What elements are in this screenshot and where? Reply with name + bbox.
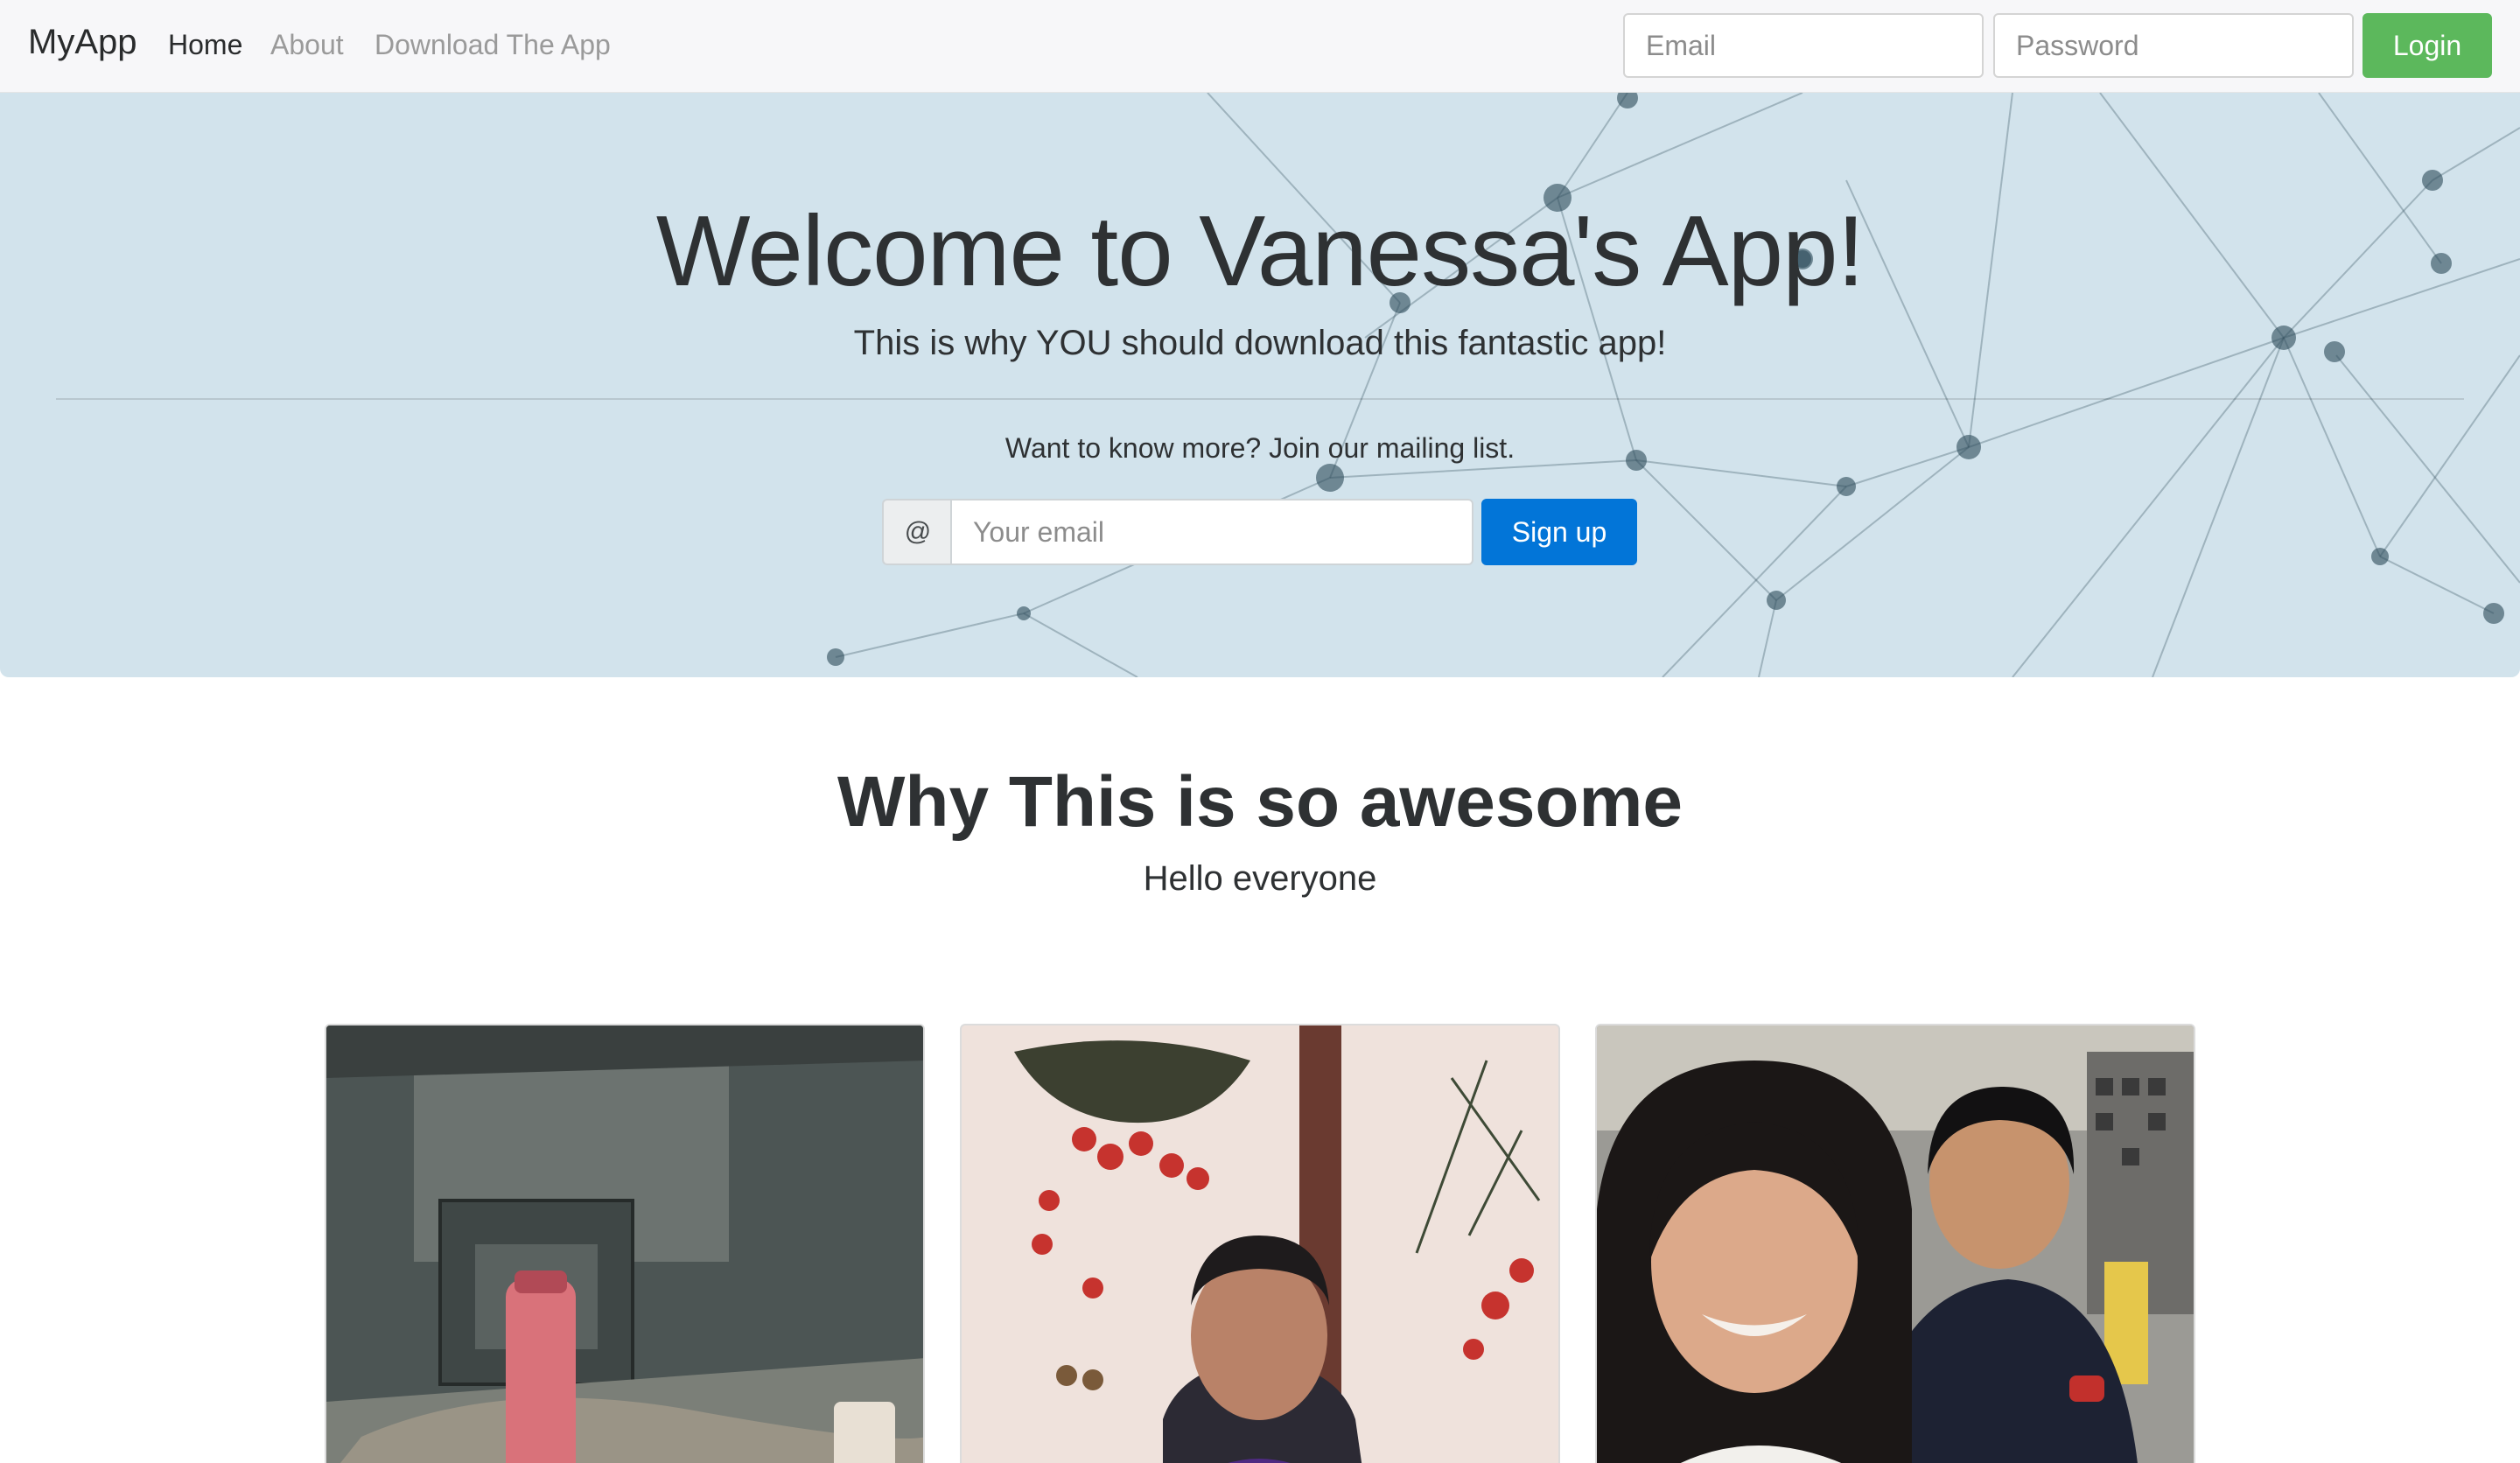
login-email-input[interactable]: [1623, 13, 1984, 78]
mailing-email-input[interactable]: [950, 499, 1474, 565]
network-background-image: [827, 93, 2520, 677]
hero-lead: This is why YOU should download this fan…: [853, 324, 1667, 362]
mailing-list-text: Want to know more? Join our mailing list…: [1004, 432, 1516, 464]
card-image-selfie: [1595, 1024, 2195, 1463]
painting-photo-image: [962, 1026, 1558, 1463]
at-sign-addon: @: [882, 499, 952, 565]
login-button[interactable]: Login: [2362, 13, 2492, 78]
section-title: Why This is so awesome: [836, 762, 1684, 842]
nav-link-download[interactable]: Download The App: [374, 29, 611, 61]
navbar: MyApp Home About Download The App Login: [0, 0, 2520, 93]
selfie-photo-image: [1597, 1026, 2194, 1463]
brand-logo[interactable]: MyApp: [28, 23, 137, 62]
hero-title: Welcome to Vanessa's App!: [655, 196, 1865, 307]
sign-up-button[interactable]: Sign up: [1481, 499, 1637, 565]
section-subtitle: Hello everyone: [1143, 859, 1377, 898]
hero-jumbotron: Welcome to Vanessa's App! This is why YO…: [0, 93, 2520, 677]
nav-link-home[interactable]: Home: [168, 29, 242, 61]
card-image-bottle: [325, 1024, 925, 1463]
nav-link-about[interactable]: About: [270, 29, 344, 61]
hero-divider: [56, 398, 2464, 400]
card-image-painting: [960, 1024, 1560, 1463]
login-password-input[interactable]: [1993, 13, 2354, 78]
bottle-photo-image: [326, 1026, 923, 1463]
